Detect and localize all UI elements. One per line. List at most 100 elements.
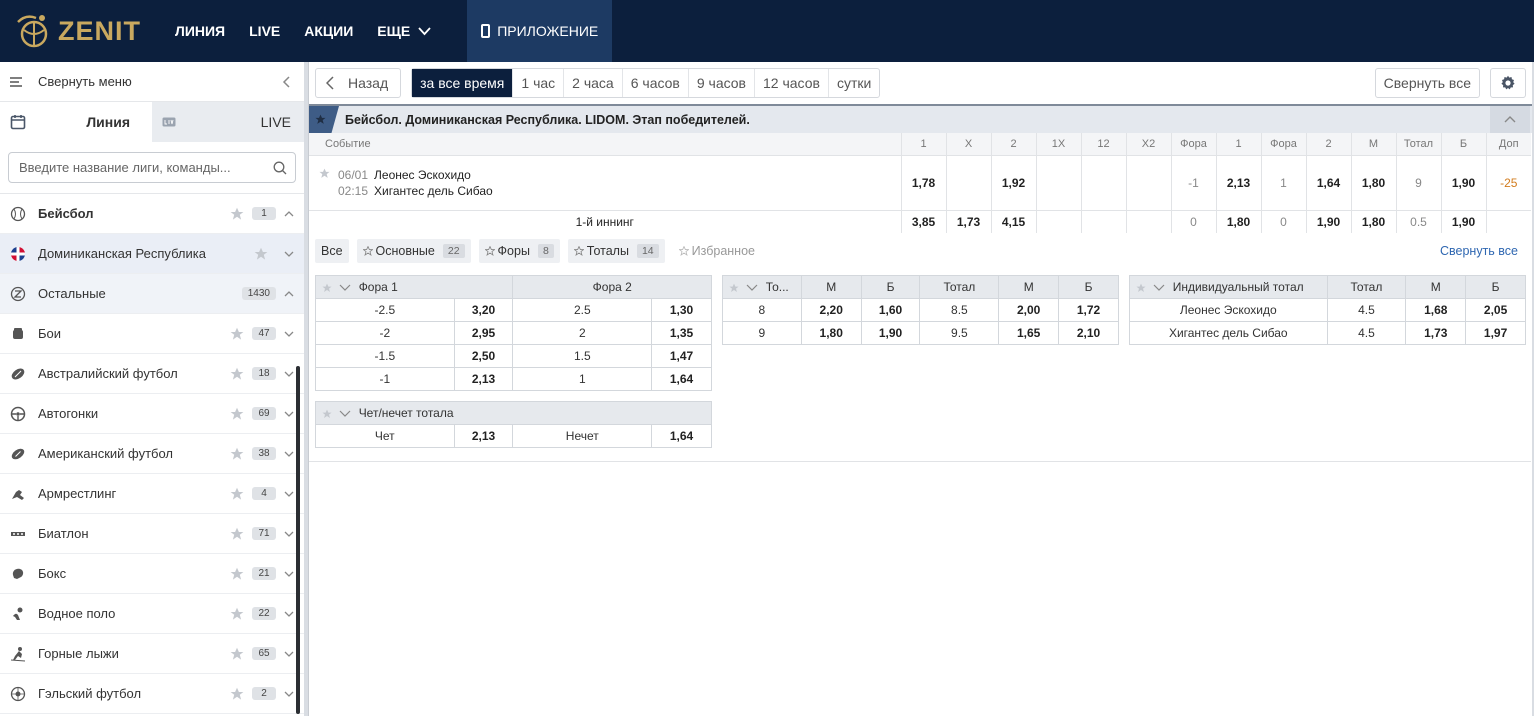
odds-cell-h2[interactable]: 1,90	[1305, 209, 1351, 233]
search-icon[interactable]	[273, 161, 287, 175]
market-tab-totals[interactable]: Тоталы 14	[567, 239, 665, 263]
sidebar-item-gaelic-football[interactable]: Гэльский футбол 2	[0, 674, 304, 714]
chevron-down-icon[interactable]	[746, 284, 758, 292]
odds-cell[interactable]: 2,20	[800, 298, 862, 322]
odds-cell-1[interactable]: 3,85	[900, 209, 946, 233]
sidebar-item-aussie-football[interactable]: Австралийский футбол 18	[0, 354, 304, 394]
odds-cell[interactable]: 1,68	[1405, 298, 1467, 322]
odds-cell-2[interactable]: 1,92	[990, 154, 1036, 210]
odds-cell-1[interactable]: 1,78	[900, 154, 946, 210]
odds-cell[interactable]: 2,05	[1465, 298, 1526, 322]
odds-cell[interactable]: 1,64	[651, 424, 712, 448]
odds-cell[interactable]: 1,90	[860, 321, 921, 345]
time-filter-9h[interactable]: 9 часов	[689, 69, 755, 97]
odds-cell[interactable]: 1,47	[651, 344, 712, 368]
market-tab-favorites[interactable]: Избранное	[673, 239, 761, 263]
odds-cell-under[interactable]: 1,80	[1350, 209, 1396, 233]
odds-cell[interactable]: 1,80	[800, 321, 862, 345]
odds-cell-x[interactable]: 1,73	[945, 209, 991, 233]
sidebar-item-fights[interactable]: Бои 47	[0, 314, 304, 354]
league-star-button[interactable]	[309, 106, 339, 133]
sidebar-item-american-football[interactable]: Американский футбол 38	[0, 434, 304, 474]
odds-cell[interactable]: 3,20	[453, 298, 514, 322]
sidebar-item-water-polo[interactable]: Водное поло 22	[0, 594, 304, 634]
star-icon[interactable]	[1136, 283, 1146, 293]
star-icon[interactable]	[254, 247, 268, 261]
settings-button[interactable]	[1490, 68, 1526, 98]
odds-cell[interactable]: 1,97	[1465, 321, 1526, 345]
star-icon[interactable]	[322, 283, 332, 293]
league-collapse-button[interactable]	[1490, 106, 1530, 133]
sidebar-scrollbar[interactable]	[296, 366, 300, 714]
star-icon[interactable]	[230, 447, 244, 461]
star-icon[interactable]	[319, 168, 330, 179]
extra-markets-link[interactable]: -25	[1485, 154, 1531, 210]
star-icon[interactable]	[230, 327, 244, 341]
league-header[interactable]: Бейсбол. Доминиканская Республика. LIDOM…	[309, 106, 1532, 133]
star-icon[interactable]	[729, 283, 739, 293]
star-icon[interactable]	[230, 527, 244, 541]
odds-cell-over[interactable]: 1,90	[1440, 154, 1486, 210]
star-icon[interactable]	[230, 367, 244, 381]
odds-cell-1x[interactable]	[1035, 154, 1081, 210]
odds-cell-12[interactable]	[1080, 209, 1126, 233]
star-icon[interactable]	[230, 487, 244, 501]
time-filter-all[interactable]: за все время	[412, 69, 514, 97]
sidebar-item-others[interactable]: Остальные 1430	[0, 274, 304, 314]
odds-cell[interactable]: 1,73	[1405, 321, 1467, 345]
market-header-individual-total[interactable]: Индивидуальный тотал	[1129, 275, 1328, 299]
odds-cell[interactable]: 1,30	[651, 298, 712, 322]
sidebar-item-alpine-skiing[interactable]: Горные лыжи 65	[0, 634, 304, 674]
star-icon[interactable]	[230, 687, 244, 701]
back-button[interactable]: Назад	[315, 68, 402, 98]
star-icon[interactable]	[230, 647, 244, 661]
nav-promotions[interactable]: АКЦИИ	[292, 0, 365, 62]
odds-cell-under[interactable]: 1,80	[1350, 154, 1396, 210]
odds-cell[interactable]: 1,35	[651, 321, 712, 345]
nav-app-button[interactable]: ПРИЛОЖЕНИЕ	[467, 0, 613, 62]
odds-cell[interactable]: 2,13	[453, 424, 514, 448]
time-filter-6h[interactable]: 6 часов	[623, 69, 689, 97]
nav-live[interactable]: LIVE	[237, 0, 292, 62]
odds-cell[interactable]: 2,10	[1058, 321, 1119, 345]
time-filter-12h[interactable]: 12 часов	[755, 69, 829, 97]
time-filter-day[interactable]: сутки	[829, 69, 879, 97]
odds-cell-h1[interactable]: 1,80	[1215, 209, 1261, 233]
nav-more[interactable]: ЕЩЕ	[365, 0, 443, 62]
tab-live[interactable]: LIVE	[152, 102, 304, 142]
market-tab-handicaps[interactable]: Форы 8	[478, 239, 560, 263]
odds-cell[interactable]: 1,72	[1058, 298, 1119, 322]
odds-cell-12[interactable]	[1080, 154, 1126, 210]
chevron-down-icon[interactable]	[339, 410, 351, 418]
collapse-all-button[interactable]: Свернуть все	[1374, 68, 1480, 98]
sidebar-item-dominican-republic[interactable]: Доминиканская Республика	[0, 234, 304, 274]
market-header-total[interactable]: То...	[722, 275, 802, 299]
market-tab-main[interactable]: Основные 22	[356, 239, 471, 263]
tab-line[interactable]: Линия	[0, 102, 152, 142]
odds-cell[interactable]: 1,60	[860, 298, 921, 322]
market-tab-all[interactable]: Все	[315, 239, 349, 263]
odds-cell[interactable]: 2,00	[998, 298, 1060, 322]
nav-line[interactable]: ЛИНИЯ	[163, 0, 237, 62]
chevron-down-icon[interactable]	[1153, 284, 1165, 292]
market-header-even-odd[interactable]: Чет/нечет тотала	[315, 401, 712, 425]
odds-cell-1x[interactable]	[1035, 209, 1081, 233]
sidebar-item-boxing[interactable]: Бокс 21	[0, 554, 304, 594]
time-filter-2h[interactable]: 2 часа	[564, 69, 623, 97]
odds-cell-h1[interactable]: 2,13	[1215, 154, 1261, 210]
star-icon[interactable]	[230, 607, 244, 621]
collapse-markets-link[interactable]: Свернуть все	[1440, 244, 1518, 258]
star-icon[interactable]	[230, 567, 244, 581]
market-header-handicap1[interactable]: Фора 1	[314, 275, 514, 299]
odds-cell-2[interactable]: 4,15	[990, 209, 1036, 233]
sidebar-item-armwrestling[interactable]: Армрестлинг 4	[0, 474, 304, 514]
sidebar-item-baseball[interactable]: Бейсбол 1	[0, 194, 304, 234]
star-icon[interactable]	[230, 207, 244, 221]
star-icon[interactable]	[230, 407, 244, 421]
odds-cell[interactable]: 2,13	[453, 367, 514, 391]
search-input[interactable]	[19, 160, 273, 175]
sidebar-item-biathlon[interactable]: Биатлон 71	[0, 514, 304, 554]
star-icon[interactable]	[322, 409, 332, 419]
event-info[interactable]: 06/01 02:15 Леонес Эскохидо Хигантес дел…	[309, 154, 901, 210]
odds-cell-x2[interactable]	[1125, 209, 1171, 233]
